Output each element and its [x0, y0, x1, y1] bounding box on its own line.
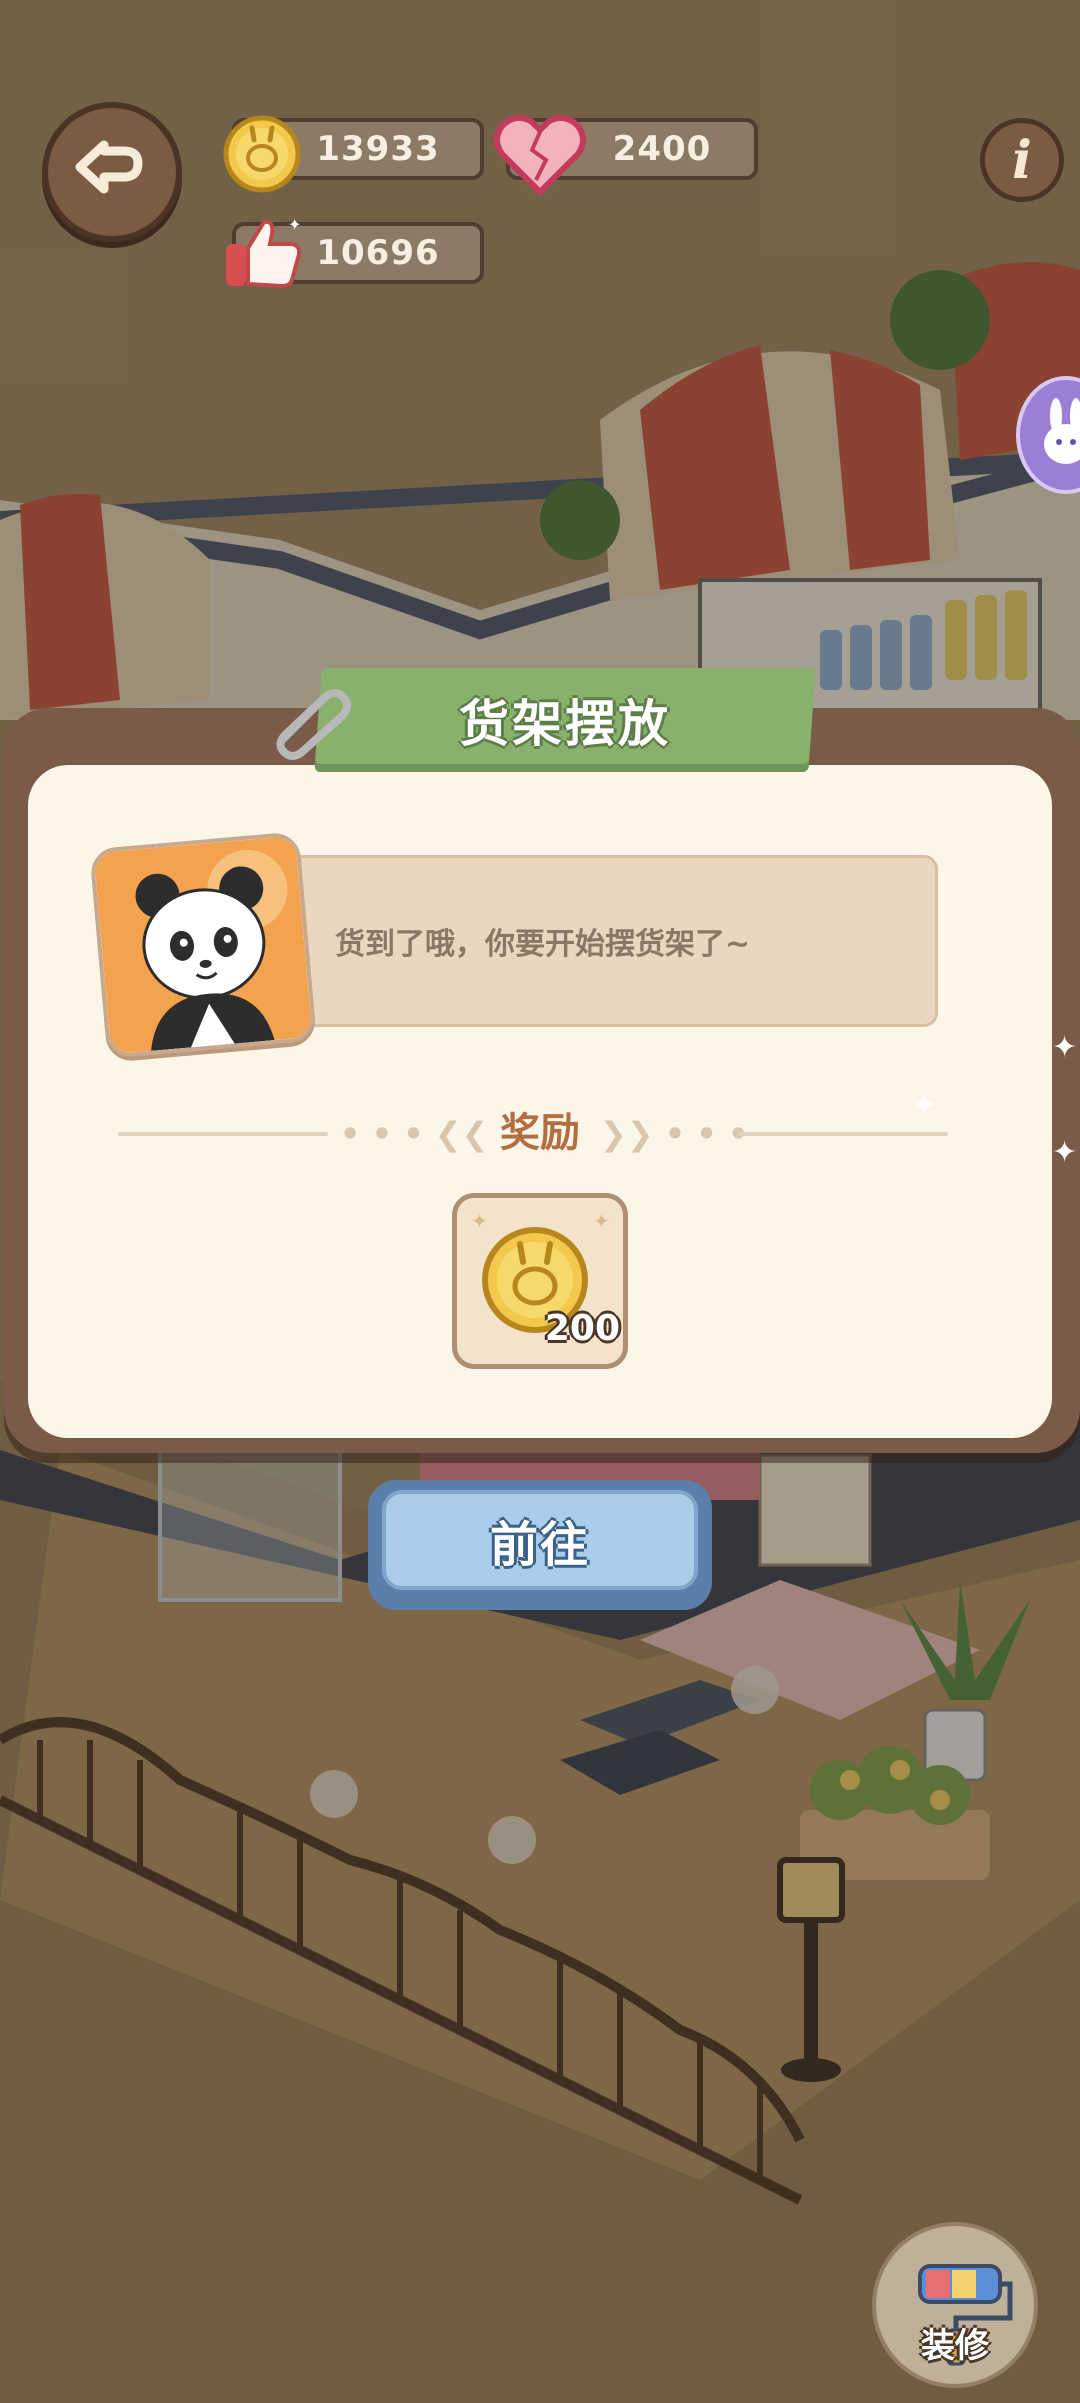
decorate-label: 装修: [921, 2326, 989, 2366]
info-icon: i: [1012, 129, 1032, 191]
reward-divider-right-dots: ❯❯ • • •: [600, 1115, 749, 1153]
dialog-title: 货架摆放: [459, 695, 671, 753]
paperclip-icon: [276, 689, 352, 760]
reward-divider-left-dots: • • • ❮❮: [340, 1115, 489, 1153]
back-button[interactable]: [42, 102, 182, 242]
sparkle-icon: ✦: [1052, 1135, 1078, 1170]
sparkle-icon: ✦: [1052, 1030, 1078, 1065]
dialog-message-box: 货到了哦，你要开始摆货架了~: [270, 855, 938, 1027]
heart-count: 2400: [612, 129, 712, 169]
coin-count: 13933: [316, 129, 440, 169]
reward-divider-right: [738, 1132, 948, 1136]
go-button[interactable]: 前往: [382, 1490, 698, 1590]
panda-avatar: [89, 831, 317, 1059]
dialog-message: 货到了哦，你要开始摆货架了~: [335, 927, 751, 962]
back-arrow-icon: [75, 140, 143, 194]
rabbit-event-button[interactable]: [1016, 376, 1080, 494]
reward-label: 奖励: [500, 1110, 580, 1156]
sparkle-icon: ✦: [912, 1088, 938, 1123]
heart-icon: [494, 114, 586, 197]
rabbit-icon: [1044, 398, 1080, 464]
bunny-coin-icon: [223, 115, 301, 193]
info-button[interactable]: i: [980, 118, 1064, 202]
svg-text:✦: ✦: [288, 215, 301, 234]
svg-text:✦: ✦: [593, 1209, 610, 1233]
go-button-label: 前往: [489, 1517, 590, 1573]
panda-icon: [93, 835, 313, 1055]
svg-text:✦: ✦: [471, 1209, 488, 1233]
reward-divider-left: [118, 1132, 328, 1136]
thumbs-up-icon: ✦: [226, 215, 301, 289]
likes-count: 10696: [316, 233, 440, 273]
reward-amount: 200: [544, 1308, 620, 1349]
